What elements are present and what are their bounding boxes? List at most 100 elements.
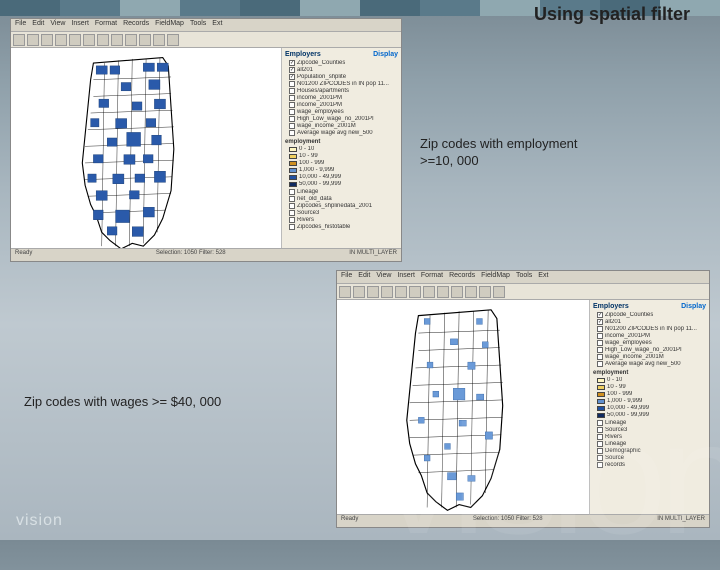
menu-file[interactable]: File [15, 20, 26, 30]
layer-checkbox[interactable] [289, 217, 295, 223]
layer-label[interactable]: Average wage avg new_500 [297, 130, 373, 136]
layer-label[interactable]: wage_employees [297, 109, 344, 115]
layer-checkbox[interactable] [289, 224, 295, 230]
map-canvas[interactable] [337, 300, 589, 514]
layer-label[interactable]: Zipcode_Counties [605, 312, 653, 318]
layer-label[interactable]: Source3 [605, 427, 627, 433]
tool-icon[interactable] [353, 286, 365, 298]
layer-label[interactable]: wage_income_2001M [297, 123, 356, 129]
tool-icon[interactable] [395, 286, 407, 298]
layer-label[interactable]: wage_employees [605, 340, 652, 346]
layers-panel[interactable]: EmployersDisplay Zipcode_Counties all201… [589, 300, 709, 514]
menu-tools[interactable]: Tools [516, 272, 532, 282]
tool-icon[interactable] [27, 34, 39, 46]
menu-fieldmap[interactable]: FieldMap [155, 20, 184, 30]
gis-toolbar[interactable] [11, 32, 401, 48]
layer-label[interactable]: Population_shplite [297, 74, 346, 80]
layer-checkbox[interactable] [289, 210, 295, 216]
layer-checkbox[interactable] [289, 116, 295, 122]
menu-edit[interactable]: Edit [32, 20, 44, 30]
layer-label[interactable]: income_2001PM [297, 95, 342, 101]
tool-icon[interactable] [55, 34, 67, 46]
layer-label[interactable]: Rivers [297, 217, 314, 223]
layer-checkbox[interactable] [597, 333, 603, 339]
layer-checkbox[interactable] [597, 441, 603, 447]
gis-menubar[interactable]: File Edit View Insert Format Records Fie… [337, 271, 709, 284]
layer-checkbox[interactable] [289, 196, 295, 202]
map-canvas[interactable] [11, 48, 281, 248]
panel-display-link[interactable]: Display [681, 303, 706, 310]
layer-checkbox[interactable] [289, 123, 295, 129]
tool-icon[interactable] [437, 286, 449, 298]
menu-ext[interactable]: Ext [212, 20, 222, 30]
gis-toolbar[interactable] [337, 284, 709, 300]
menu-view[interactable]: View [50, 20, 65, 30]
tool-icon[interactable] [13, 34, 25, 46]
menu-insert[interactable]: Insert [397, 272, 415, 282]
menu-view[interactable]: View [376, 272, 391, 282]
layer-checkbox[interactable] [289, 81, 295, 87]
tool-icon[interactable] [339, 286, 351, 298]
layer-label[interactable]: N01200 ZIPCODES in IN pop 11... [605, 326, 697, 332]
layer-label[interactable]: Source [605, 455, 624, 461]
menu-records[interactable]: Records [449, 272, 475, 282]
layer-label[interactable]: Lineage [297, 189, 318, 195]
layer-checkbox[interactable] [289, 60, 295, 66]
layer-checkbox[interactable] [289, 88, 295, 94]
layer-checkbox[interactable] [289, 203, 295, 209]
layer-label[interactable]: records [605, 462, 625, 468]
layer-checkbox[interactable] [597, 312, 603, 318]
layer-checkbox[interactable] [289, 109, 295, 115]
layer-label[interactable]: Lineage [605, 441, 626, 447]
layer-label[interactable]: Average wage avg new_500 [605, 361, 681, 367]
layer-label[interactable]: all201 [297, 67, 313, 73]
menu-fieldmap[interactable]: FieldMap [481, 272, 510, 282]
layer-label[interactable]: Demographic [605, 448, 641, 454]
tool-icon[interactable] [69, 34, 81, 46]
layer-label[interactable]: Zipcodes_histotable [297, 224, 350, 230]
layer-label[interactable]: Lineage [605, 420, 626, 426]
layer-checkbox[interactable] [289, 67, 295, 73]
panel-display-link[interactable]: Display [373, 51, 398, 58]
menu-records[interactable]: Records [123, 20, 149, 30]
tool-icon[interactable] [423, 286, 435, 298]
tool-icon[interactable] [479, 286, 491, 298]
tool-icon[interactable] [83, 34, 95, 46]
tool-icon[interactable] [97, 34, 109, 46]
layer-label[interactable]: wage_income_2001M [605, 354, 664, 360]
menu-tools[interactable]: Tools [190, 20, 206, 30]
layer-label[interactable]: High_Low_wage_no_2001PI [605, 347, 682, 353]
layer-checkbox[interactable] [289, 130, 295, 136]
tool-icon[interactable] [167, 34, 179, 46]
layer-checkbox[interactable] [597, 455, 603, 461]
menu-format[interactable]: Format [421, 272, 443, 282]
tool-icon[interactable] [139, 34, 151, 46]
layer-checkbox[interactable] [289, 95, 295, 101]
layer-label[interactable]: High_Low_wage_no_2001PI [297, 116, 374, 122]
tool-icon[interactable] [409, 286, 421, 298]
tool-icon[interactable] [465, 286, 477, 298]
tool-icon[interactable] [451, 286, 463, 298]
menu-format[interactable]: Format [95, 20, 117, 30]
layer-checkbox[interactable] [289, 74, 295, 80]
layer-label[interactable]: income_2001PM [297, 102, 342, 108]
menu-edit[interactable]: Edit [358, 272, 370, 282]
layer-label[interactable]: Source3 [297, 210, 319, 216]
layer-label[interactable]: Rivers [605, 434, 622, 440]
gis-menubar[interactable]: File Edit View Insert Format Records Fie… [11, 19, 401, 32]
layer-checkbox[interactable] [597, 347, 603, 353]
layer-label[interactable]: all201 [605, 319, 621, 325]
layer-label[interactable]: Houses/apartments [297, 88, 349, 94]
layer-checkbox[interactable] [597, 340, 603, 346]
layer-checkbox[interactable] [289, 102, 295, 108]
layer-checkbox[interactable] [597, 427, 603, 433]
tool-icon[interactable] [153, 34, 165, 46]
tool-icon[interactable] [493, 286, 505, 298]
layer-checkbox[interactable] [597, 319, 603, 325]
menu-file[interactable]: File [341, 272, 352, 282]
layer-checkbox[interactable] [289, 189, 295, 195]
layers-panel[interactable]: EmployersDisplay Zipcode_Counties all201… [281, 48, 401, 248]
layer-checkbox[interactable] [597, 434, 603, 440]
layer-checkbox[interactable] [597, 326, 603, 332]
layer-checkbox[interactable] [597, 420, 603, 426]
